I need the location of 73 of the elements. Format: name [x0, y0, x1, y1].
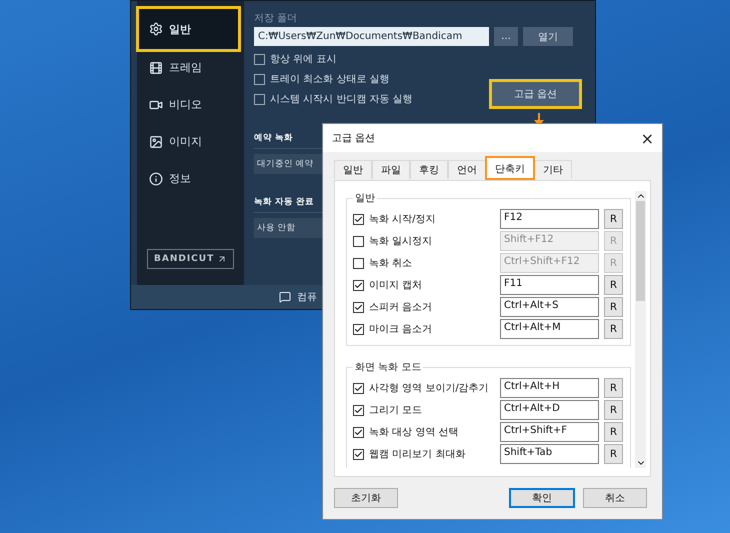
hotkey-label: 스피커 음소거 — [369, 301, 434, 314]
hotkey-label: 사각형 영역 보이기/감추기 — [369, 382, 490, 395]
hotkey-label: 녹화 시작/정지 — [369, 213, 437, 226]
reset-button[interactable]: R — [604, 400, 623, 420]
group-title: 화면 녹화 모드 — [354, 361, 422, 374]
hotkey-field[interactable]: Ctrl+Alt+S — [500, 297, 599, 317]
hotkey-label: 녹화 취소 — [369, 257, 414, 270]
checkbox[interactable] — [353, 214, 364, 224]
tab[interactable]: 후킹 — [410, 160, 448, 179]
tab[interactable]: 기타 — [534, 160, 572, 179]
advanced-options-button[interactable]: 고급 옵션 — [492, 82, 579, 106]
close-button[interactable]: × — [640, 128, 654, 148]
hotkey-label: 녹화 일시정지 — [369, 235, 434, 248]
external-link-icon — [217, 254, 227, 264]
film-icon — [149, 60, 163, 74]
dialog-title: 고급 옵션 — [332, 132, 376, 145]
hotkey-field[interactable]: Ctrl+Alt+D — [500, 400, 599, 420]
reset-button[interactable]: R — [604, 378, 623, 398]
checkbox[interactable] — [254, 74, 265, 84]
open-button[interactable]: 열기 — [523, 27, 573, 46]
hotkey-field[interactable]: Ctrl+Alt+M — [500, 319, 599, 339]
dialog-button[interactable]: 취소 — [583, 488, 647, 508]
checkbox[interactable] — [353, 280, 364, 290]
sidebar-item[interactable]: 정보 — [139, 160, 238, 197]
sidebar-item[interactable]: 일반 — [139, 9, 238, 49]
tab[interactable]: 단축키 — [486, 157, 534, 179]
reset-button[interactable]: R — [604, 297, 623, 317]
picture-icon — [149, 134, 163, 148]
checkbox[interactable] — [254, 54, 265, 64]
option-label: 시스템 시작시 반디캠 자동 실행 — [270, 93, 413, 106]
hotkey-label: 녹화 대상 영역 선택 — [369, 426, 460, 439]
checkbox[interactable] — [353, 448, 364, 460]
checkbox[interactable] — [353, 236, 364, 246]
hotkey-field[interactable]: Ctrl+Shift+F — [500, 422, 599, 442]
reset-button[interactable]: R — [604, 319, 623, 339]
checkbox[interactable] — [353, 382, 364, 394]
sidebar-item[interactable]: 이미지 — [139, 123, 238, 160]
hotkey-field[interactable]: Ctrl+Alt+H — [500, 378, 599, 398]
tab[interactable]: 파일 — [372, 160, 410, 179]
checkbox[interactable] — [353, 426, 364, 438]
checkbox[interactable] — [353, 404, 364, 416]
hotkey-field[interactable]: F11 — [500, 275, 599, 295]
reset-button[interactable]: R — [604, 444, 623, 464]
bandicut-link[interactable]: BANDICUT — [147, 249, 234, 269]
tab[interactable]: 일반 — [334, 160, 372, 179]
hotkey-label: 그리기 모드 — [369, 404, 424, 417]
sidebar-item[interactable]: 비디오 — [139, 86, 238, 123]
hotkey-label: 이미지 캡처 — [369, 279, 424, 292]
sidebar-item[interactable]: 프레임 — [139, 49, 238, 86]
dialog-button[interactable]: 확인 — [509, 488, 575, 508]
checkbox[interactable] — [353, 324, 364, 334]
tab[interactable]: 언어 — [448, 160, 486, 179]
option-label: 항상 위에 표시 — [270, 53, 336, 66]
checkbox[interactable] — [353, 258, 364, 268]
checkbox[interactable] — [254, 94, 265, 104]
hotkey-field[interactable]: F12 — [500, 209, 599, 229]
reset-button[interactable]: R — [604, 209, 623, 229]
checkbox[interactable] — [353, 302, 364, 312]
path-field[interactable]: C:₩Users₩Zun₩Documents₩Bandicam — [254, 27, 489, 46]
field-label: 저장 폴더 — [254, 12, 298, 25]
browse-button[interactable]: ... — [494, 27, 518, 46]
hotkey-field[interactable]: Shift+Tab — [500, 444, 599, 464]
hotkey-label: 마이크 음소거 — [369, 323, 434, 336]
reset-button[interactable]: R — [604, 422, 623, 442]
option-label: 트레이 최소화 상태로 실행 — [270, 73, 390, 86]
chat-icon — [279, 291, 291, 303]
info-icon — [149, 172, 163, 186]
hotkey-label: 웹캠 미리보기 최대화 — [369, 448, 466, 461]
gear-icon — [149, 22, 163, 36]
scrollbar[interactable] — [635, 191, 646, 468]
reset-button[interactable]: R — [604, 275, 623, 295]
dialog-button[interactable]: 초기화 — [334, 488, 398, 508]
footer-text: 컴퓨 — [297, 291, 317, 304]
